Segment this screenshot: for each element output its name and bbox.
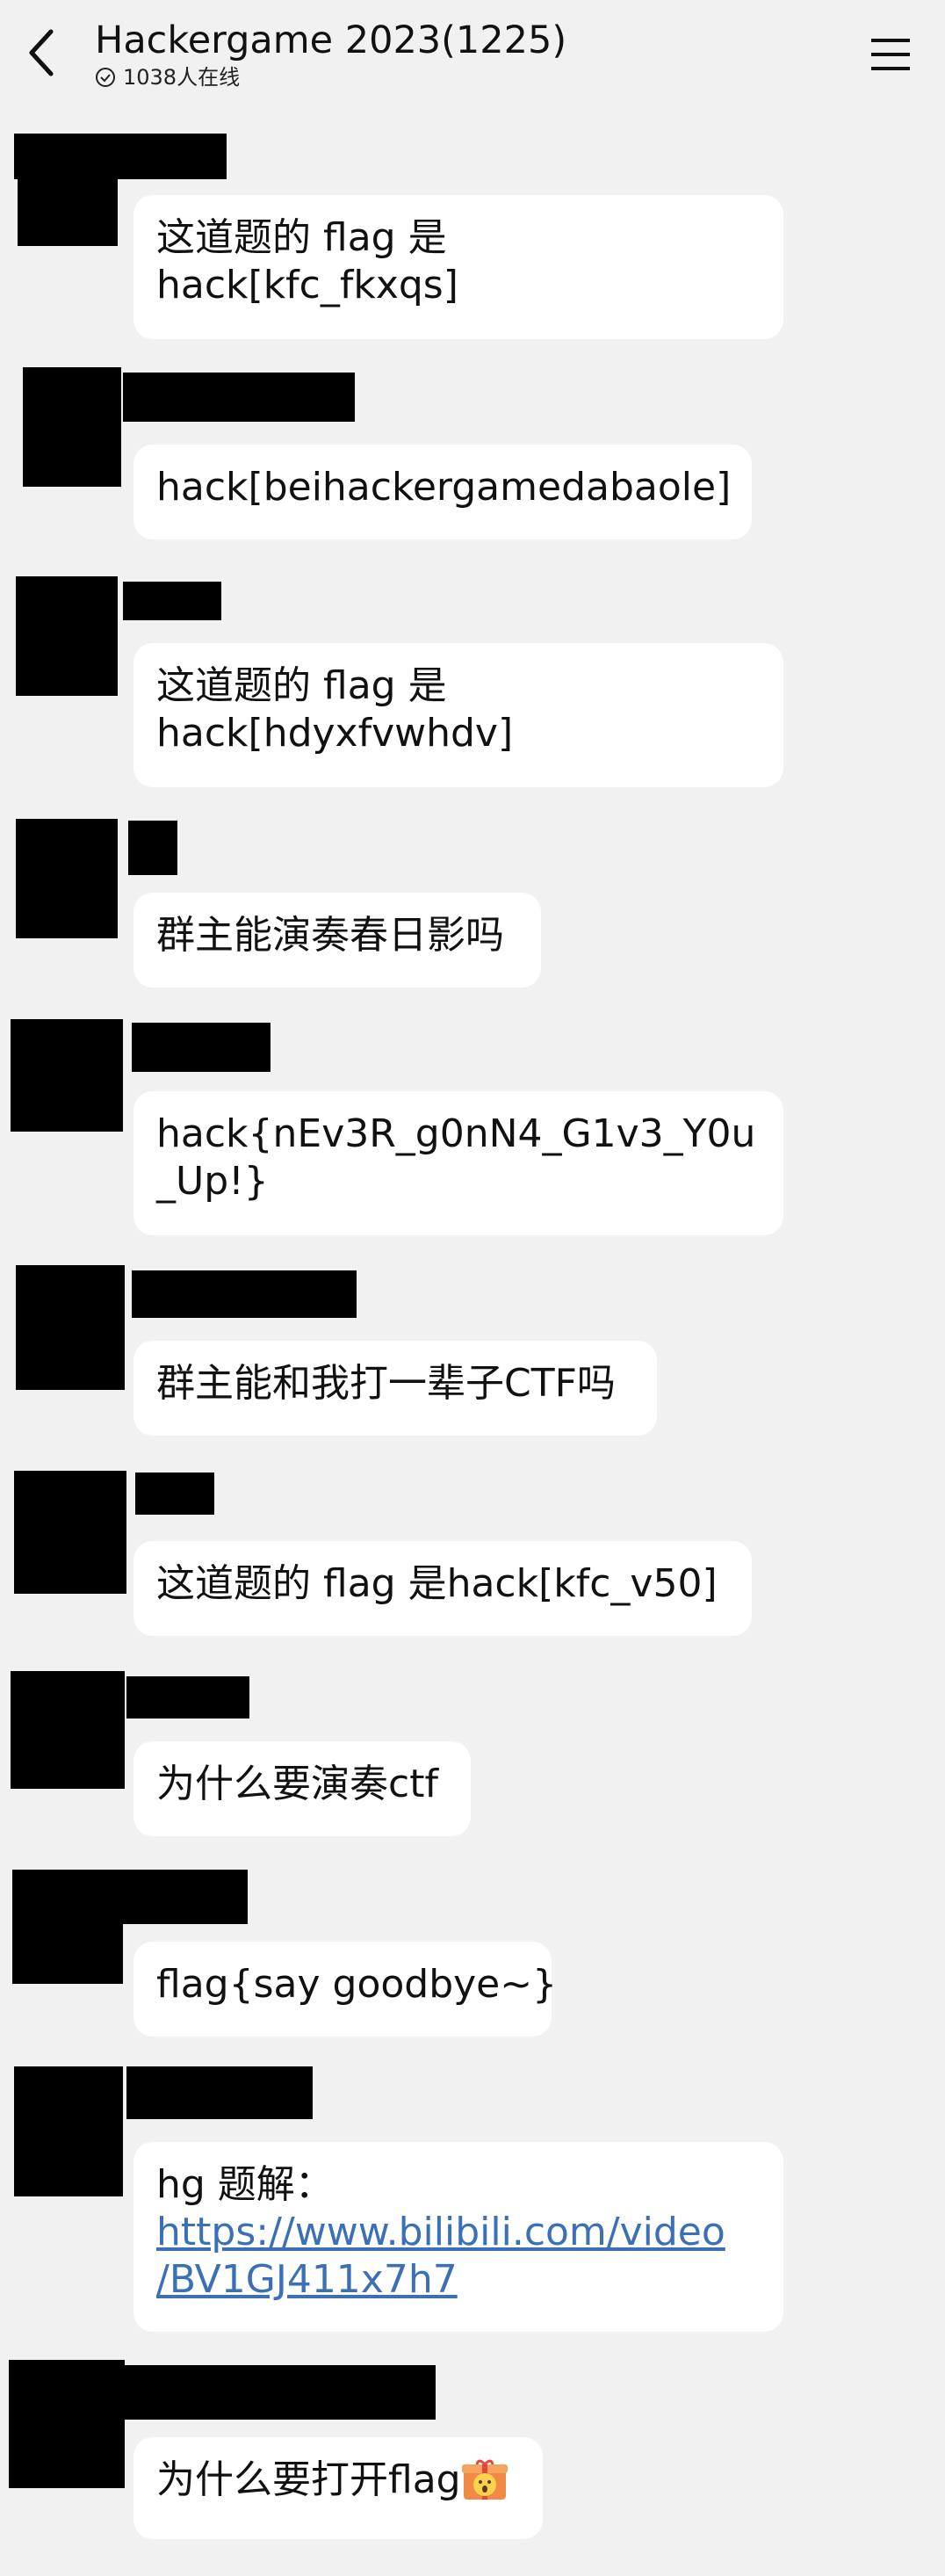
message-text: hack{nEv3R_g0nN4_G1v3_Y0u — [156, 1111, 756, 1156]
redacted-avatar[interactable] — [18, 179, 118, 246]
online-count: 1038人在线 — [123, 65, 241, 90]
redacted-avatar[interactable] — [16, 819, 118, 938]
message-bubble[interactable]: 群主能演奏春日影吗 — [133, 893, 541, 988]
redacted-avatar[interactable] — [12, 1870, 123, 1984]
redacted-sender-name — [126, 2066, 313, 2119]
message-bubble[interactable]: hack{nEv3R_g0nN4_G1v3_Y0u _Up!} — [133, 1091, 783, 1235]
redacted-sender-name — [126, 1676, 249, 1719]
back-button[interactable] — [25, 28, 60, 77]
message-text: 这道题的 flag 是 — [156, 663, 447, 708]
message-text: 群主能演奏春日影吗 — [156, 913, 504, 958]
redacted-sender-name — [14, 134, 227, 179]
redacted-avatar[interactable] — [11, 1019, 123, 1132]
redacted-sender-name — [132, 1270, 357, 1318]
hamburger-menu-icon — [871, 39, 910, 70]
message-text: 这道题的 flag 是 — [156, 215, 447, 260]
redacted-avatar[interactable] — [14, 2066, 123, 2196]
redacted-sender-name — [123, 1870, 248, 1924]
check-circle-icon — [96, 68, 115, 87]
message-line: 为什么要打开flag — [156, 2457, 520, 2504]
chat-title[interactable]: Hackergame 2023(1225) — [95, 16, 566, 65]
message-bubble[interactable]: flag{say goodbye~} — [133, 1942, 558, 2037]
message-text: 为什么要演奏ctf — [156, 1762, 438, 1806]
message-text: 为什么要打开flag — [156, 2457, 461, 2502]
redacted-sender-name — [123, 2365, 436, 2420]
redacted-avatar[interactable] — [16, 576, 118, 696]
video-link[interactable]: /BV1GJ411x7h7 — [156, 2256, 761, 2304]
message-text: hack[beihackergamedabaole] — [156, 465, 732, 510]
menu-button[interactable] — [869, 33, 912, 76]
chat-header: Hackergame 2023(1225) 1038人在线 — [0, 0, 945, 98]
message-bubble[interactable]: 为什么要打开flag — [133, 2437, 543, 2539]
message-bubble[interactable]: hg 题解： https://www.bilibili.com/video /B… — [133, 2142, 783, 2332]
message-bubble[interactable]: 这道题的 flag 是hack[kfc_v50] — [133, 1541, 752, 1636]
redacted-avatar[interactable] — [14, 1471, 126, 1594]
redacted-avatar[interactable] — [11, 1671, 125, 1789]
online-status: 1038人在线 — [95, 63, 240, 91]
message-bubble[interactable]: hack[beihackergamedabaole] — [133, 445, 752, 539]
message-text: 这道题的 flag 是hack[kfc_v50] — [156, 1561, 718, 1606]
redacted-sender-name — [135, 1473, 214, 1515]
message-bubble[interactable]: 为什么要演奏ctf — [133, 1741, 471, 1836]
redacted-sender-name — [123, 582, 221, 620]
message-bubble[interactable]: 这道题的 flag 是 hack[kfc_fkxqs] — [133, 195, 783, 339]
redacted-sender-name — [123, 373, 355, 422]
message-text: hack[kfc_fkxqs] — [156, 263, 458, 308]
message-text: flag{say goodbye~} — [156, 1962, 558, 2007]
redacted-avatar[interactable] — [23, 367, 121, 487]
message-bubble[interactable]: 群主能和我打一辈子CTF吗 — [133, 1341, 657, 1436]
message-text: 群主能和我打一辈子CTF吗 — [156, 1361, 616, 1406]
redacted-avatar[interactable] — [9, 2360, 125, 2488]
surprised-gift-emoji-icon — [461, 2457, 509, 2501]
redacted-avatar[interactable] — [16, 1265, 125, 1390]
message-text: hack[hdyxfvwhdv] — [156, 711, 514, 756]
message-text: _Up!} — [156, 1159, 269, 1204]
redacted-sender-name — [128, 821, 177, 875]
message-text: hg 题解： — [156, 2162, 334, 2207]
message-bubble[interactable]: 这道题的 flag 是 hack[hdyxfvwhdv] — [133, 643, 783, 787]
chevron-left-icon — [29, 29, 54, 76]
video-link[interactable]: https://www.bilibili.com/video — [156, 2209, 761, 2256]
redacted-sender-name — [132, 1023, 271, 1072]
